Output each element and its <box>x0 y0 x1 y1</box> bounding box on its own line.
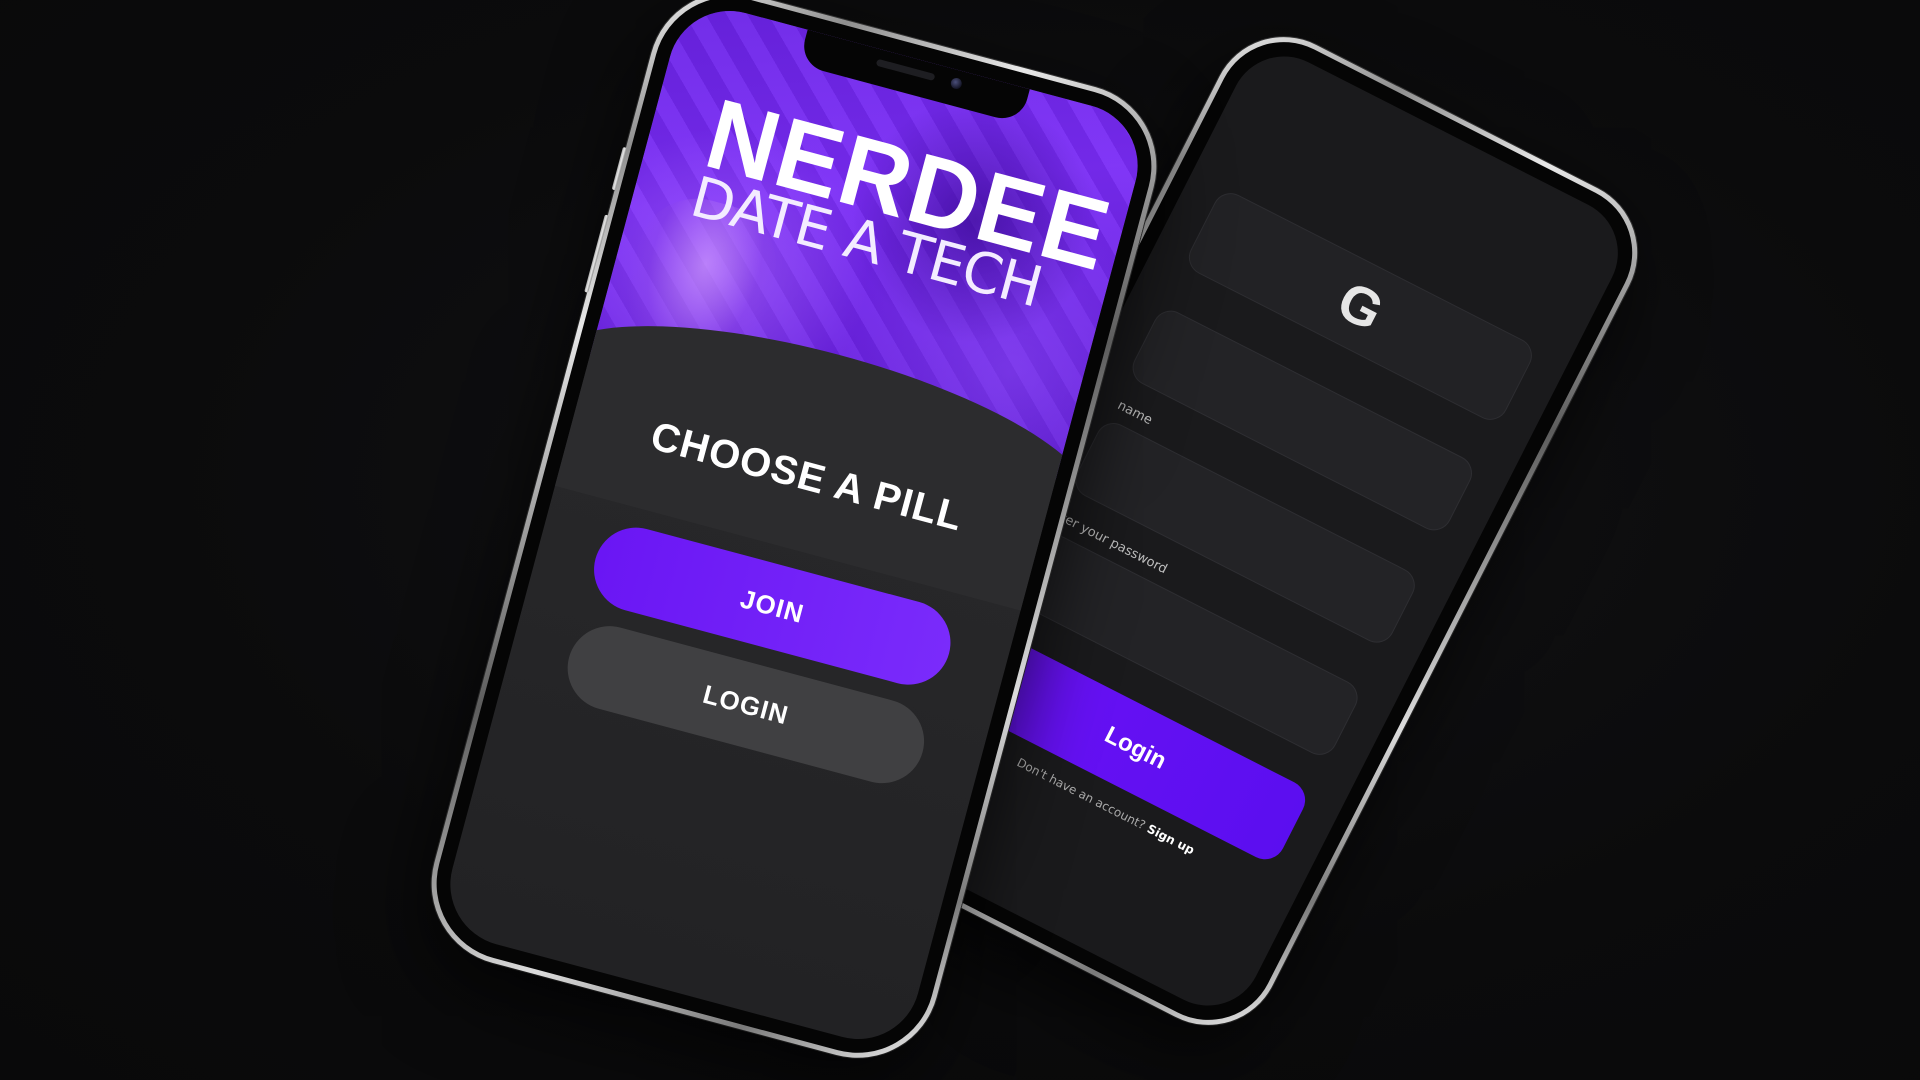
speaker-grille <box>875 58 936 82</box>
mockup-stage: G name ter your password Login Don't hav… <box>0 0 1920 1080</box>
front-camera-icon <box>949 76 964 91</box>
google-icon: G <box>1328 270 1393 343</box>
signup-link[interactable]: Sign up <box>1145 822 1197 858</box>
